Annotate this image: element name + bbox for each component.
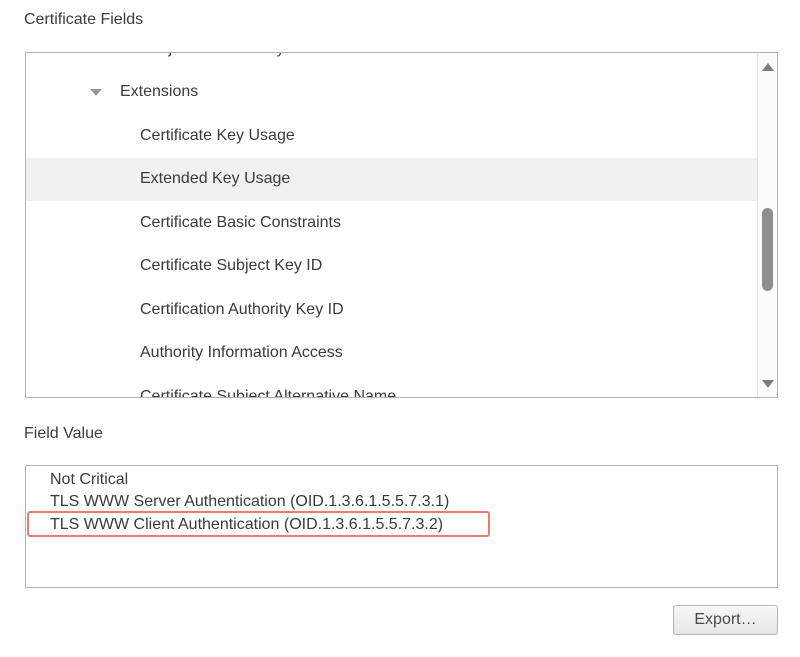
tree-rows: Subject's Public Key Extensions Certific… bbox=[26, 52, 757, 398]
tree-item[interactable]: Extended Key Usage bbox=[26, 158, 757, 202]
tree-item[interactable]: Authority Information Access bbox=[26, 332, 757, 376]
export-button[interactable]: Export… bbox=[673, 605, 778, 635]
certificate-viewer-pane: { "labels": { "certificate_fields": "Cer… bbox=[0, 0, 800, 657]
tree-item[interactable]: Certification Authority Key ID bbox=[26, 288, 757, 332]
scroll-down-arrow-icon[interactable] bbox=[762, 380, 774, 388]
field-value-line: Not Critical bbox=[50, 469, 777, 491]
tree-scrollbar[interactable] bbox=[757, 53, 777, 397]
tree-item-label: Subject's Public Key bbox=[140, 52, 284, 58]
field-value-label: Field Value bbox=[24, 425, 103, 443]
tree-item[interactable]: Certificate Basic Constraints bbox=[26, 201, 757, 245]
tree-item-label: Certificate Key Usage bbox=[140, 127, 295, 145]
tree-item[interactable]: Certificate Subject Alternative Name bbox=[26, 375, 757, 398]
tree-item-label: Certificate Subject Key ID bbox=[140, 257, 322, 275]
tree-item-label: Extended Key Usage bbox=[140, 170, 290, 188]
field-value-line: TLS WWW Client Authentication (OID.1.3.6… bbox=[50, 514, 777, 536]
scrollbar-thumb[interactable] bbox=[762, 208, 773, 291]
tree-item-label: Authority Information Access bbox=[140, 344, 343, 362]
tree-item[interactable]: Extensions bbox=[26, 71, 757, 115]
certificate-fields-tree[interactable]: Subject's Public Key Extensions Certific… bbox=[25, 52, 778, 398]
tree-item[interactable]: Subject's Public Key bbox=[26, 52, 757, 71]
tree-item-label: Certificate Subject Alternative Name bbox=[140, 388, 396, 398]
tree-item-label: Certificate Basic Constraints bbox=[140, 214, 341, 232]
field-value-box[interactable]: Not CriticalTLS WWW Server Authenticatio… bbox=[25, 465, 778, 588]
tree-item[interactable]: Certificate Key Usage bbox=[26, 114, 757, 158]
field-value-line: TLS WWW Server Authentication (OID.1.3.6… bbox=[50, 491, 777, 513]
tree-item-label: Certification Authority Key ID bbox=[140, 301, 344, 319]
expander-triangle-icon[interactable] bbox=[90, 89, 102, 96]
scroll-up-arrow-icon[interactable] bbox=[762, 63, 774, 71]
tree-item[interactable]: Certificate Subject Key ID bbox=[26, 245, 757, 289]
field-value-lines: Not CriticalTLS WWW Server Authenticatio… bbox=[26, 466, 777, 536]
tree-item-label: Extensions bbox=[120, 83, 198, 101]
certificate-fields-label: Certificate Fields bbox=[24, 11, 143, 29]
